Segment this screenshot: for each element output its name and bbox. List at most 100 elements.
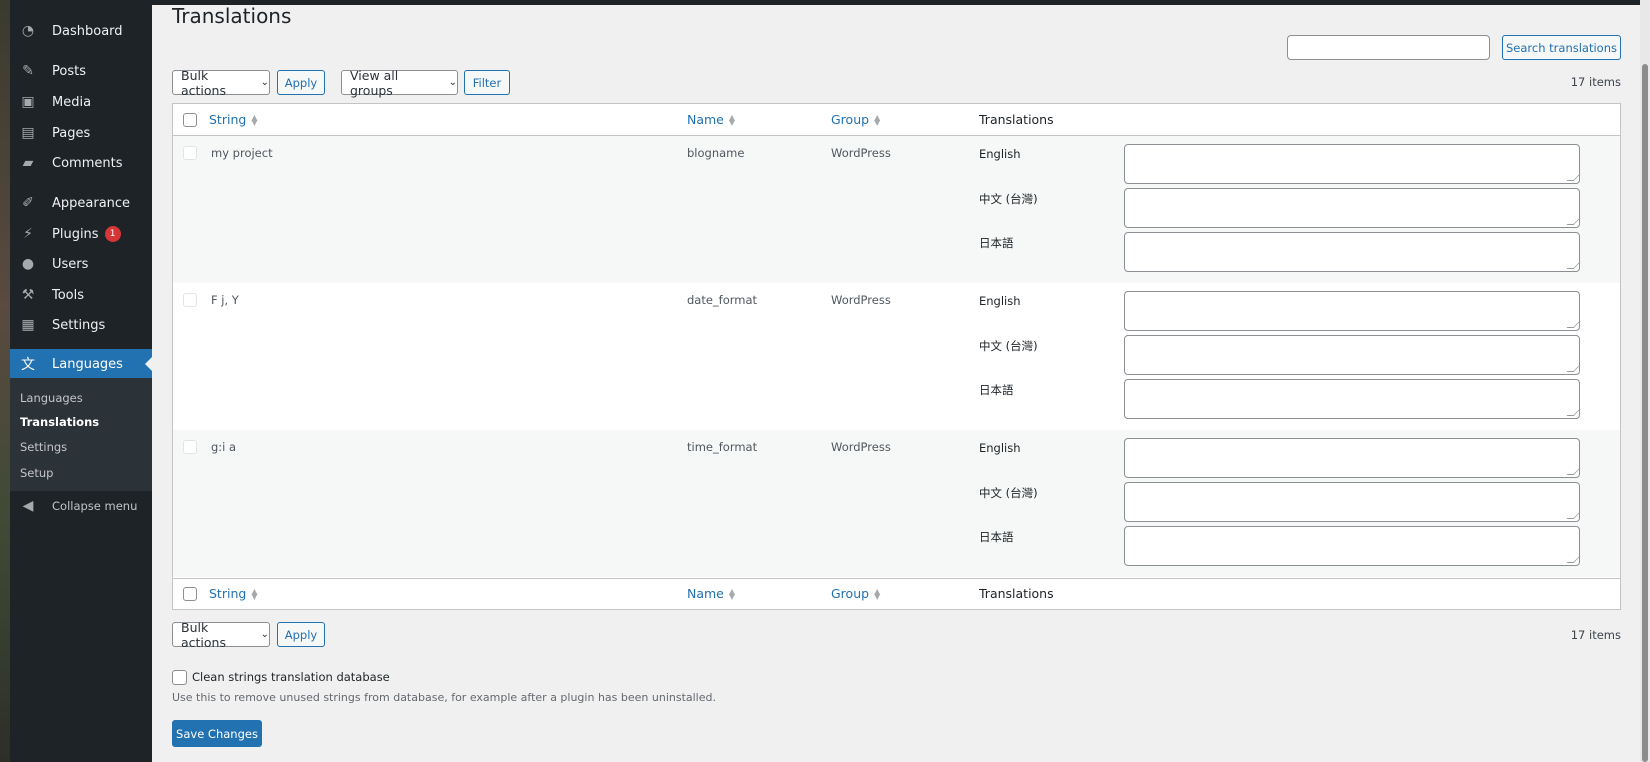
translation-textarea[interactable] <box>1124 438 1580 478</box>
column-string-label: String <box>209 112 247 127</box>
sidebar-item-label: Tools <box>52 287 85 303</box>
translation-textarea[interactable] <box>1124 188 1580 228</box>
string-cell: g:i a <box>211 440 237 454</box>
select-all-checkbox-footer[interactable] <box>183 587 197 601</box>
column-string[interactable]: String ▲ ▼ <box>209 112 257 127</box>
submenu-setup[interactable]: Setup <box>20 466 53 480</box>
clean-database-checkbox[interactable] <box>172 670 187 685</box>
bulk-actions-value: Bulk actions <box>181 67 226 98</box>
language-label: 中文 (台灣) <box>979 192 1038 206</box>
update-count-badge: 1 <box>104 226 121 242</box>
scrollbar-thumb[interactable] <box>1642 64 1648 762</box>
sidebar-item-posts[interactable]: ✎ Posts <box>10 56 152 86</box>
group-cell: WordPress <box>831 440 891 454</box>
row-checkbox[interactable] <box>183 146 197 160</box>
apply-button[interactable]: Apply <box>277 70 325 95</box>
sidebar-item-media[interactable]: ▣ Media <box>10 87 152 117</box>
footer-column-string[interactable]: String ▲ ▼ <box>209 586 257 601</box>
sidebar-item-label: Settings <box>52 317 106 333</box>
pages-icon: ▤ <box>21 125 35 141</box>
translations-table: String ▲ ▼ Name ▲ ▼ Group ▲ ▼ Translations my … <box>172 103 1621 610</box>
translation-textarea[interactable] <box>1124 379 1580 419</box>
column-string-label: String <box>209 586 247 601</box>
brush-icon: ✐ <box>22 195 34 211</box>
translation-textarea[interactable] <box>1124 335 1580 375</box>
column-name-label: Name <box>687 586 724 601</box>
sidebar-item-dashboard[interactable]: ◔ Dashboard <box>10 16 152 46</box>
sidebar-item-plugins[interactable]: ⚡ Plugins 1 <box>10 219 152 249</box>
sidebar-item-label: Plugins <box>52 226 99 242</box>
translation-textarea[interactable] <box>1124 144 1580 184</box>
group-cell: WordPress <box>831 293 891 307</box>
sidebar-item-comments[interactable]: ▰ Comments <box>10 148 152 178</box>
sidebar-item-label: Users <box>52 256 89 272</box>
column-translations: Translations <box>979 112 1054 127</box>
user-icon: ● <box>21 256 35 272</box>
column-group-label: Group <box>831 586 870 601</box>
footer-column-group[interactable]: Group ▲ ▼ <box>831 586 880 601</box>
column-group[interactable]: Group ▲ ▼ <box>831 112 880 127</box>
translate-icon: 文 <box>21 357 35 373</box>
sidebar-item-tools[interactable]: ⚒ Tools <box>10 280 152 310</box>
sidebar-item-label: Languages <box>52 356 123 372</box>
sidebar-item-label: Posts <box>52 63 86 79</box>
language-label: 日本語 <box>979 383 1014 397</box>
apply-button-bottom[interactable]: Apply <box>277 622 325 647</box>
row-checkbox[interactable] <box>183 293 197 307</box>
bulk-actions-select-bottom[interactable]: Bulk actions ⌄ <box>172 620 270 650</box>
row-checkbox[interactable] <box>183 440 197 454</box>
clean-database-label[interactable]: Clean strings translation database <box>192 670 390 684</box>
sidebar-item-appearance[interactable]: ✐ Appearance <box>10 188 152 218</box>
bulk-actions-select[interactable]: Bulk actions ⌄ <box>172 67 270 98</box>
chevron-down-icon: ⌄ <box>448 77 457 88</box>
submenu-settings[interactable]: Settings <box>20 440 67 454</box>
items-count: 17 items <box>1570 75 1621 89</box>
submenu-translations[interactable]: Translations <box>20 415 99 429</box>
select-all-checkbox[interactable] <box>183 113 197 127</box>
comment-icon: ▰ <box>22 155 34 171</box>
language-label: English <box>979 147 1021 161</box>
search-input[interactable] <box>1287 35 1490 60</box>
table-row: F j, Y date_format WordPress English 中文 (… <box>173 283 1620 430</box>
footer-column-name[interactable]: Name ▲ ▼ <box>687 586 735 601</box>
column-name-label: Name <box>687 112 724 127</box>
column-name[interactable]: Name ▲ ▼ <box>687 112 735 127</box>
sidebar-item-settings[interactable]: ▦ Settings <box>10 310 152 340</box>
collapse-menu[interactable]: ◀ Collapse menu <box>10 491 152 521</box>
footer-column-translations: Translations <box>979 586 1054 601</box>
filter-button[interactable]: Filter <box>464 70 510 95</box>
save-changes-button[interactable]: Save Changes <box>172 720 262 747</box>
dashboard-icon: ◔ <box>21 23 35 39</box>
group-filter-value: View all groups <box>350 67 399 98</box>
items-count-bottom: 17 items <box>1570 628 1621 642</box>
wrench-icon: ⚒ <box>21 287 35 303</box>
sidebar-item-label: Dashboard <box>52 23 123 39</box>
translation-textarea[interactable] <box>1124 291 1580 331</box>
search-translations-button[interactable]: Search translations <box>1502 35 1621 60</box>
admin-bar <box>152 0 1640 5</box>
group-filter-select[interactable]: View all groups ⌄ <box>341 67 458 98</box>
collapse-label: Collapse menu <box>52 499 138 513</box>
sidebar-item-users[interactable]: ● Users <box>10 249 152 279</box>
sort-icon: ▲ ▼ <box>251 112 258 127</box>
sidebar-item-languages[interactable]: 文 Languages <box>10 349 152 379</box>
translation-textarea[interactable] <box>1124 526 1580 566</box>
pin-icon: ✎ <box>22 63 34 79</box>
sort-icon: ▲ ▼ <box>874 112 881 127</box>
language-label: English <box>979 294 1021 308</box>
chevron-down-icon: ⌄ <box>260 77 269 88</box>
settings-icon: ▦ <box>21 317 35 333</box>
sidebar-item-label: Comments <box>52 155 123 171</box>
plugin-icon: ⚡ <box>23 226 33 242</box>
language-label: 日本語 <box>979 236 1014 250</box>
table-row: g:i a time_format WordPress English 中文 (台… <box>173 430 1620 577</box>
translation-textarea[interactable] <box>1124 482 1580 522</box>
sidebar-item-pages[interactable]: ▤ Pages <box>10 118 152 148</box>
group-cell: WordPress <box>831 146 891 160</box>
column-group-label: Group <box>831 112 870 127</box>
language-label: English <box>979 441 1021 455</box>
translation-textarea[interactable] <box>1124 232 1580 272</box>
media-icon: ▣ <box>21 94 35 110</box>
string-cell: F j, Y <box>211 293 239 307</box>
submenu-languages[interactable]: Languages <box>20 391 83 405</box>
